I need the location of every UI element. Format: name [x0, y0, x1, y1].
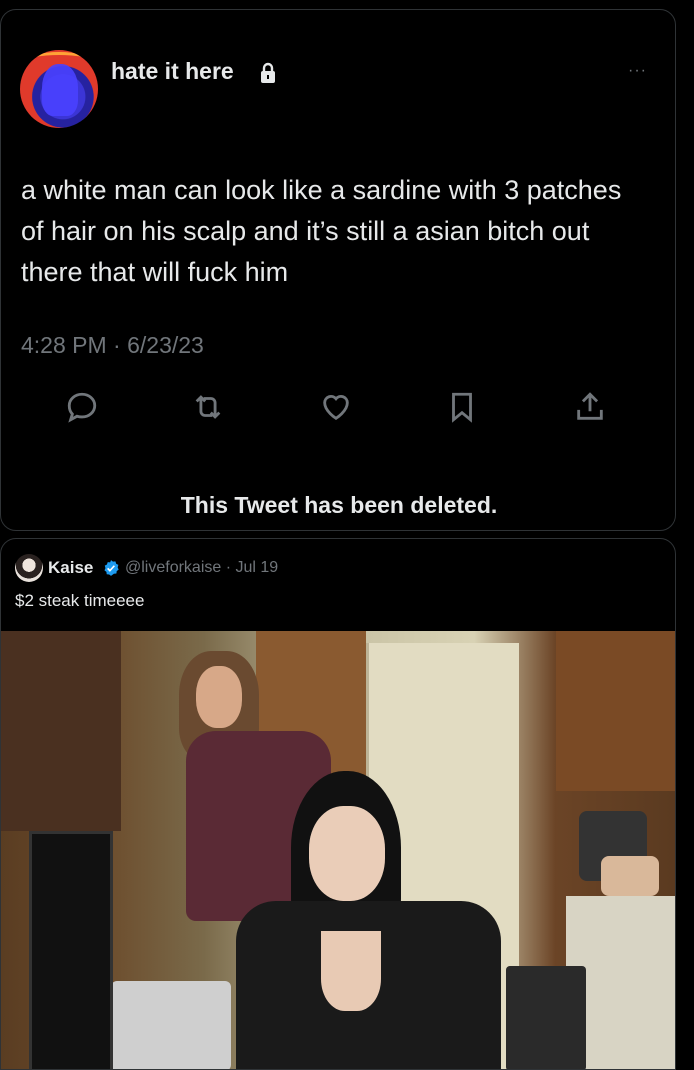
tweet-photo[interactable] [1, 631, 675, 1069]
tweet-card-kaise: Kaise @liveforkaise · Jul 19 $2 steak ti… [0, 538, 676, 1070]
verified-badge-icon [104, 560, 119, 576]
share-icon[interactable] [573, 390, 609, 426]
bookmark-icon[interactable] [445, 390, 481, 426]
tweet-timestamp[interactable]: 4:28 PM · 6/23/23 [21, 332, 204, 359]
deleted-tweet-notice: This Tweet has been deleted. [180, 492, 498, 518]
avatar[interactable] [20, 50, 98, 128]
tweet-text: $2 steak timeeee [15, 591, 145, 610]
tweet-card-hate-it-here: hate it here ··· a white man can look li… [0, 9, 676, 531]
display-name[interactable]: Kaise [48, 558, 93, 578]
handle-and-date[interactable]: @liveforkaise · Jul 19 [125, 559, 278, 577]
retweet-icon[interactable] [191, 390, 227, 426]
like-icon[interactable] [319, 390, 355, 426]
avatar[interactable] [15, 554, 43, 582]
lock-icon [261, 62, 275, 83]
more-options-button[interactable]: ··· [628, 62, 647, 80]
reply-icon[interactable] [65, 390, 101, 426]
tweet-text: a white man can look like a sardine with… [21, 175, 622, 287]
username[interactable]: hate it here [111, 58, 234, 85]
tweet-actions [1, 390, 677, 430]
